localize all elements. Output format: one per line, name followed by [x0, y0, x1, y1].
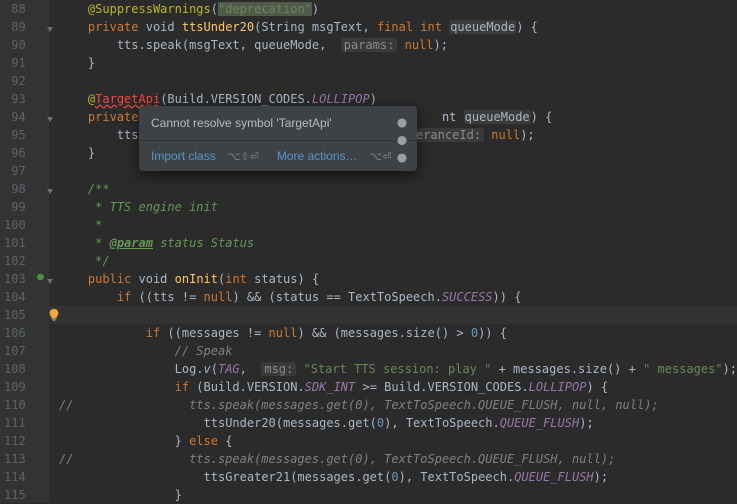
import-class-link[interactable]: Import class: [151, 149, 216, 163]
tooltip-message: Cannot resolve symbol 'TargetApi': [151, 116, 332, 130]
gutter-marks-column: [36, 0, 44, 503]
intention-bulb-icon[interactable]: [47, 308, 61, 322]
shortcut-hint: ⌥⇧⏎: [228, 150, 259, 163]
error-tooltip-popup: Cannot resolve symbol 'TargetApi' Import…: [139, 106, 417, 171]
more-actions-link[interactable]: More actions…: [277, 149, 358, 163]
line-number-gutter: 88 89 90 91 92 93 94 95 96 97 98 99 100 …: [0, 0, 36, 503]
more-icon[interactable]: [395, 116, 409, 168]
shortcut-hint: ⌥⏎: [370, 150, 392, 163]
code-editor[interactable]: 88 89 90 91 92 93 94 95 96 97 98 99 100 …: [0, 0, 737, 503]
current-line-highlight: [49, 306, 737, 324]
code-area[interactable]: @SuppressWarnings("deprecation") private…: [49, 0, 737, 503]
